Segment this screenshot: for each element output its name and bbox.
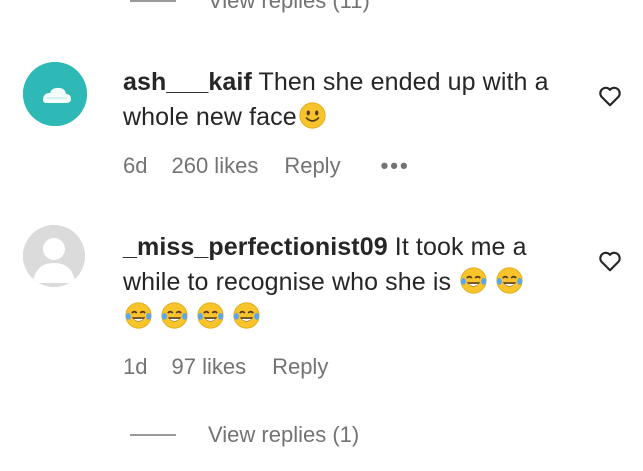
tears-of-joy-emoji-icon: [161, 302, 188, 329]
comment-text: ash___kaif Then she ended up with a whol…: [123, 65, 583, 135]
comment-age: 6d: [123, 153, 148, 178]
tears-of-joy-emoji-icon: [197, 302, 224, 329]
comment-item: ash___kaif Then she ended up with a whol…: [0, 58, 643, 188]
view-replies-label[interactable]: View replies (11): [208, 0, 370, 14]
view-replies-label[interactable]: View replies (1): [208, 422, 359, 448]
more-options-icon[interactable]: •••: [381, 153, 410, 179]
comment-text: _miss_perfectionist09 It took me a while…: [123, 230, 583, 335]
default-avatar-icon: [23, 225, 85, 287]
avatar[interactable]: [23, 62, 87, 126]
comment-age: 1d: [123, 354, 148, 379]
heart-outline-icon[interactable]: [597, 83, 623, 109]
view-replies-bottom[interactable]: View replies (1): [130, 422, 359, 448]
comment-item: _miss_perfectionist09 It took me a while…: [0, 222, 643, 392]
thread-line: [130, 0, 176, 2]
tears-of-joy-emoji-icon: [496, 267, 523, 294]
likes-count[interactable]: 260 likes: [171, 153, 258, 179]
tears-of-joy-emoji-icon: [460, 267, 487, 294]
reply-button[interactable]: Reply: [272, 354, 328, 380]
comment-username[interactable]: ash___kaif: [123, 68, 252, 96]
comment-username[interactable]: _miss_perfectionist09: [123, 233, 388, 261]
thread-line: [130, 434, 176, 436]
cloud-avatar-icon: [23, 62, 87, 126]
tears-of-joy-emoji-icon: [233, 302, 260, 329]
comment-meta: 6d 260 likes Reply •••: [123, 153, 434, 179]
heart-outline-icon[interactable]: [597, 248, 623, 274]
comment-meta: 1d 97 likes Reply: [123, 354, 352, 380]
smiling-face-emoji-icon: [299, 102, 326, 129]
avatar[interactable]: [23, 225, 85, 287]
likes-count[interactable]: 97 likes: [171, 354, 246, 380]
view-replies-top[interactable]: View replies (11): [130, 0, 370, 14]
reply-button[interactable]: Reply: [284, 153, 340, 179]
tears-of-joy-emoji-icon: [125, 302, 152, 329]
